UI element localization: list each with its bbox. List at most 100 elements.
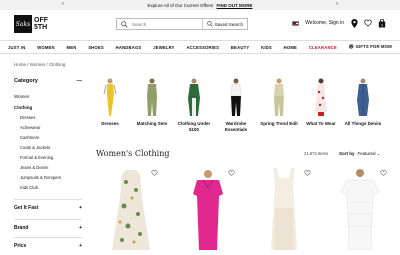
product-card[interactable] [327,168,393,251]
gift-icon: 🎁︎ [348,44,356,49]
nav-home[interactable]: HOME [284,45,297,50]
product-image[interactable] [327,168,393,251]
category-image [357,78,369,116]
brand-label: Brand [14,225,29,231]
expand-icon[interactable]: + [79,205,82,211]
price-label: Price [14,243,27,249]
items-count: 21,672 Items [304,151,329,156]
saved-search-label: Saved Search [214,21,243,27]
filter-jumpsuits-rompers[interactable]: Jumpsuits & Rompers [20,175,82,180]
category-image [103,78,117,116]
page-title: Women's Clothing [96,149,170,158]
logo-mark: Saks [14,15,32,33]
nav-jewelry[interactable]: JEWELRY [153,45,175,50]
product-card[interactable] [175,168,241,250]
nav-men[interactable]: MEN [67,45,77,50]
sign-in-link[interactable]: Welcome, Sign in [305,20,344,26]
location-pin-icon[interactable] [350,18,358,28]
nav-gifts-for-mom[interactable]: 🎁︎ GIFTS FOR MOM [349,44,392,50]
category-image [274,78,284,116]
site-logo[interactable]: Saks OFF 5TH [14,15,48,33]
category-label: Spring Trend Edit [260,121,298,126]
category-image [147,78,157,116]
category-all-things-denim[interactable]: All Things Denim [343,78,383,127]
category-carousel: Dresses Matching Sets Clothing Under $10… [96,78,392,138]
category-what-to-wear[interactable]: What To Wear [301,78,341,127]
saved-search-icon [207,21,213,27]
filter-kids-club[interactable]: Kids Club [20,185,82,190]
saved-search-button[interactable]: Saved Search [201,19,247,29]
search-icon [121,20,128,28]
category-label: Wardrobe Essentials [224,121,248,132]
filter-sidebar: Category — Women Clothing Dresses Active… [14,78,82,190]
heart-icon[interactable] [364,19,372,27]
price-filter[interactable]: Price + [14,237,82,249]
filter-formal-evening[interactable]: Formal & Evening [20,155,82,160]
heart-icon[interactable] [228,170,235,176]
promo-link[interactable]: FIND OUT MORE [216,3,252,8]
logo-line2: 5TH [34,24,48,31]
product-image[interactable] [98,168,164,250]
nav-just-in[interactable]: JUST IN [8,45,25,50]
expand-icon[interactable]: + [79,243,82,249]
filter-dresses[interactable]: Dresses [20,115,82,120]
product-image[interactable] [251,168,317,250]
nav-gifts-label: GIFTS FOR MOM [355,44,392,49]
category-image [230,78,242,116]
get-it-fast-label: Get It Fast [14,205,39,211]
category-title: Category [14,78,38,84]
category-label: Dresses [101,121,119,126]
chevron-right-icon[interactable]: › [336,1,338,7]
category-label: All Things Denim [344,121,382,126]
category-label: Clothing Under $100 [177,121,211,132]
category-spring-trend-edit[interactable]: Spring Trend Edit [259,78,299,127]
nav-women[interactable]: WOMEN [37,45,55,50]
search-bar[interactable]: Search Saved Search [116,18,248,30]
us-flag-icon[interactable] [292,20,300,26]
shopping-bag-icon[interactable]: 0 [378,18,386,27]
expand-icon[interactable]: + [79,225,82,231]
get-it-fast-filter[interactable]: Get It Fast + [14,199,82,211]
brand-filter[interactable]: Brand + [14,219,82,231]
logo-line1: OFF [34,17,48,24]
category-image [315,78,327,116]
breadcrumb[interactable]: Home / Women / Clothing [14,62,65,67]
nav-beauty[interactable]: BEAUTY [231,45,249,50]
filter-women[interactable]: Women [14,94,82,99]
filter-cashmere[interactable]: Cashmere [20,135,82,140]
category-label: Matching Sets [136,121,168,126]
nav-shoes[interactable]: SHOES [88,45,104,50]
sort-label: Sort by [339,151,355,156]
search-input[interactable]: Search [132,22,202,27]
category-matching-sets[interactable]: Matching Sets [132,78,172,127]
category-wardrobe-essentials[interactable]: Wardrobe Essentials [216,78,256,132]
filter-activewear[interactable]: Activewear [20,125,82,130]
product-card[interactable] [251,168,317,250]
nav-clearance[interactable]: CLEARANCE [309,45,337,50]
collapse-icon[interactable]: — [77,78,83,84]
promo-bar: ‹ Explore All of Our Current Offers! FIN… [0,0,400,10]
main-nav: JUST IN WOMEN MEN SHOES HANDBAGS JEWELRY… [0,40,400,54]
product-image[interactable] [175,168,241,250]
category-image [188,78,200,116]
filter-clothing[interactable]: Clothing [14,105,82,110]
sort-dropdown[interactable]: Sort by Featured ⌄ [339,151,381,157]
header-actions: Welcome, Sign in 0 [292,18,386,28]
nav-handbags[interactable]: HANDBAGS [116,45,142,50]
heart-icon[interactable] [151,170,158,176]
filter-jeans-denim[interactable]: Jeans & Denim [20,165,82,170]
nav-accessories[interactable]: ACCESSORIES [186,45,219,50]
category-filter-header[interactable]: Category — [14,78,82,88]
svg-text:0: 0 [381,23,383,27]
nav-kids[interactable]: KIDS [261,45,272,50]
promo-text: Explore All of Our Current Offers! [147,2,214,8]
category-clothing-under-100[interactable]: Clothing Under $100 [174,78,214,132]
heart-icon[interactable] [304,170,311,176]
heart-icon[interactable] [380,170,387,176]
category-label: What To Wear [306,121,336,126]
product-card[interactable] [98,168,164,250]
chevron-left-icon[interactable]: ‹ [62,1,64,7]
filter-coats-jackets[interactable]: Coats & Jackets [20,145,82,150]
category-dresses[interactable]: Dresses [90,78,130,127]
sort-value: Featured [357,151,376,156]
